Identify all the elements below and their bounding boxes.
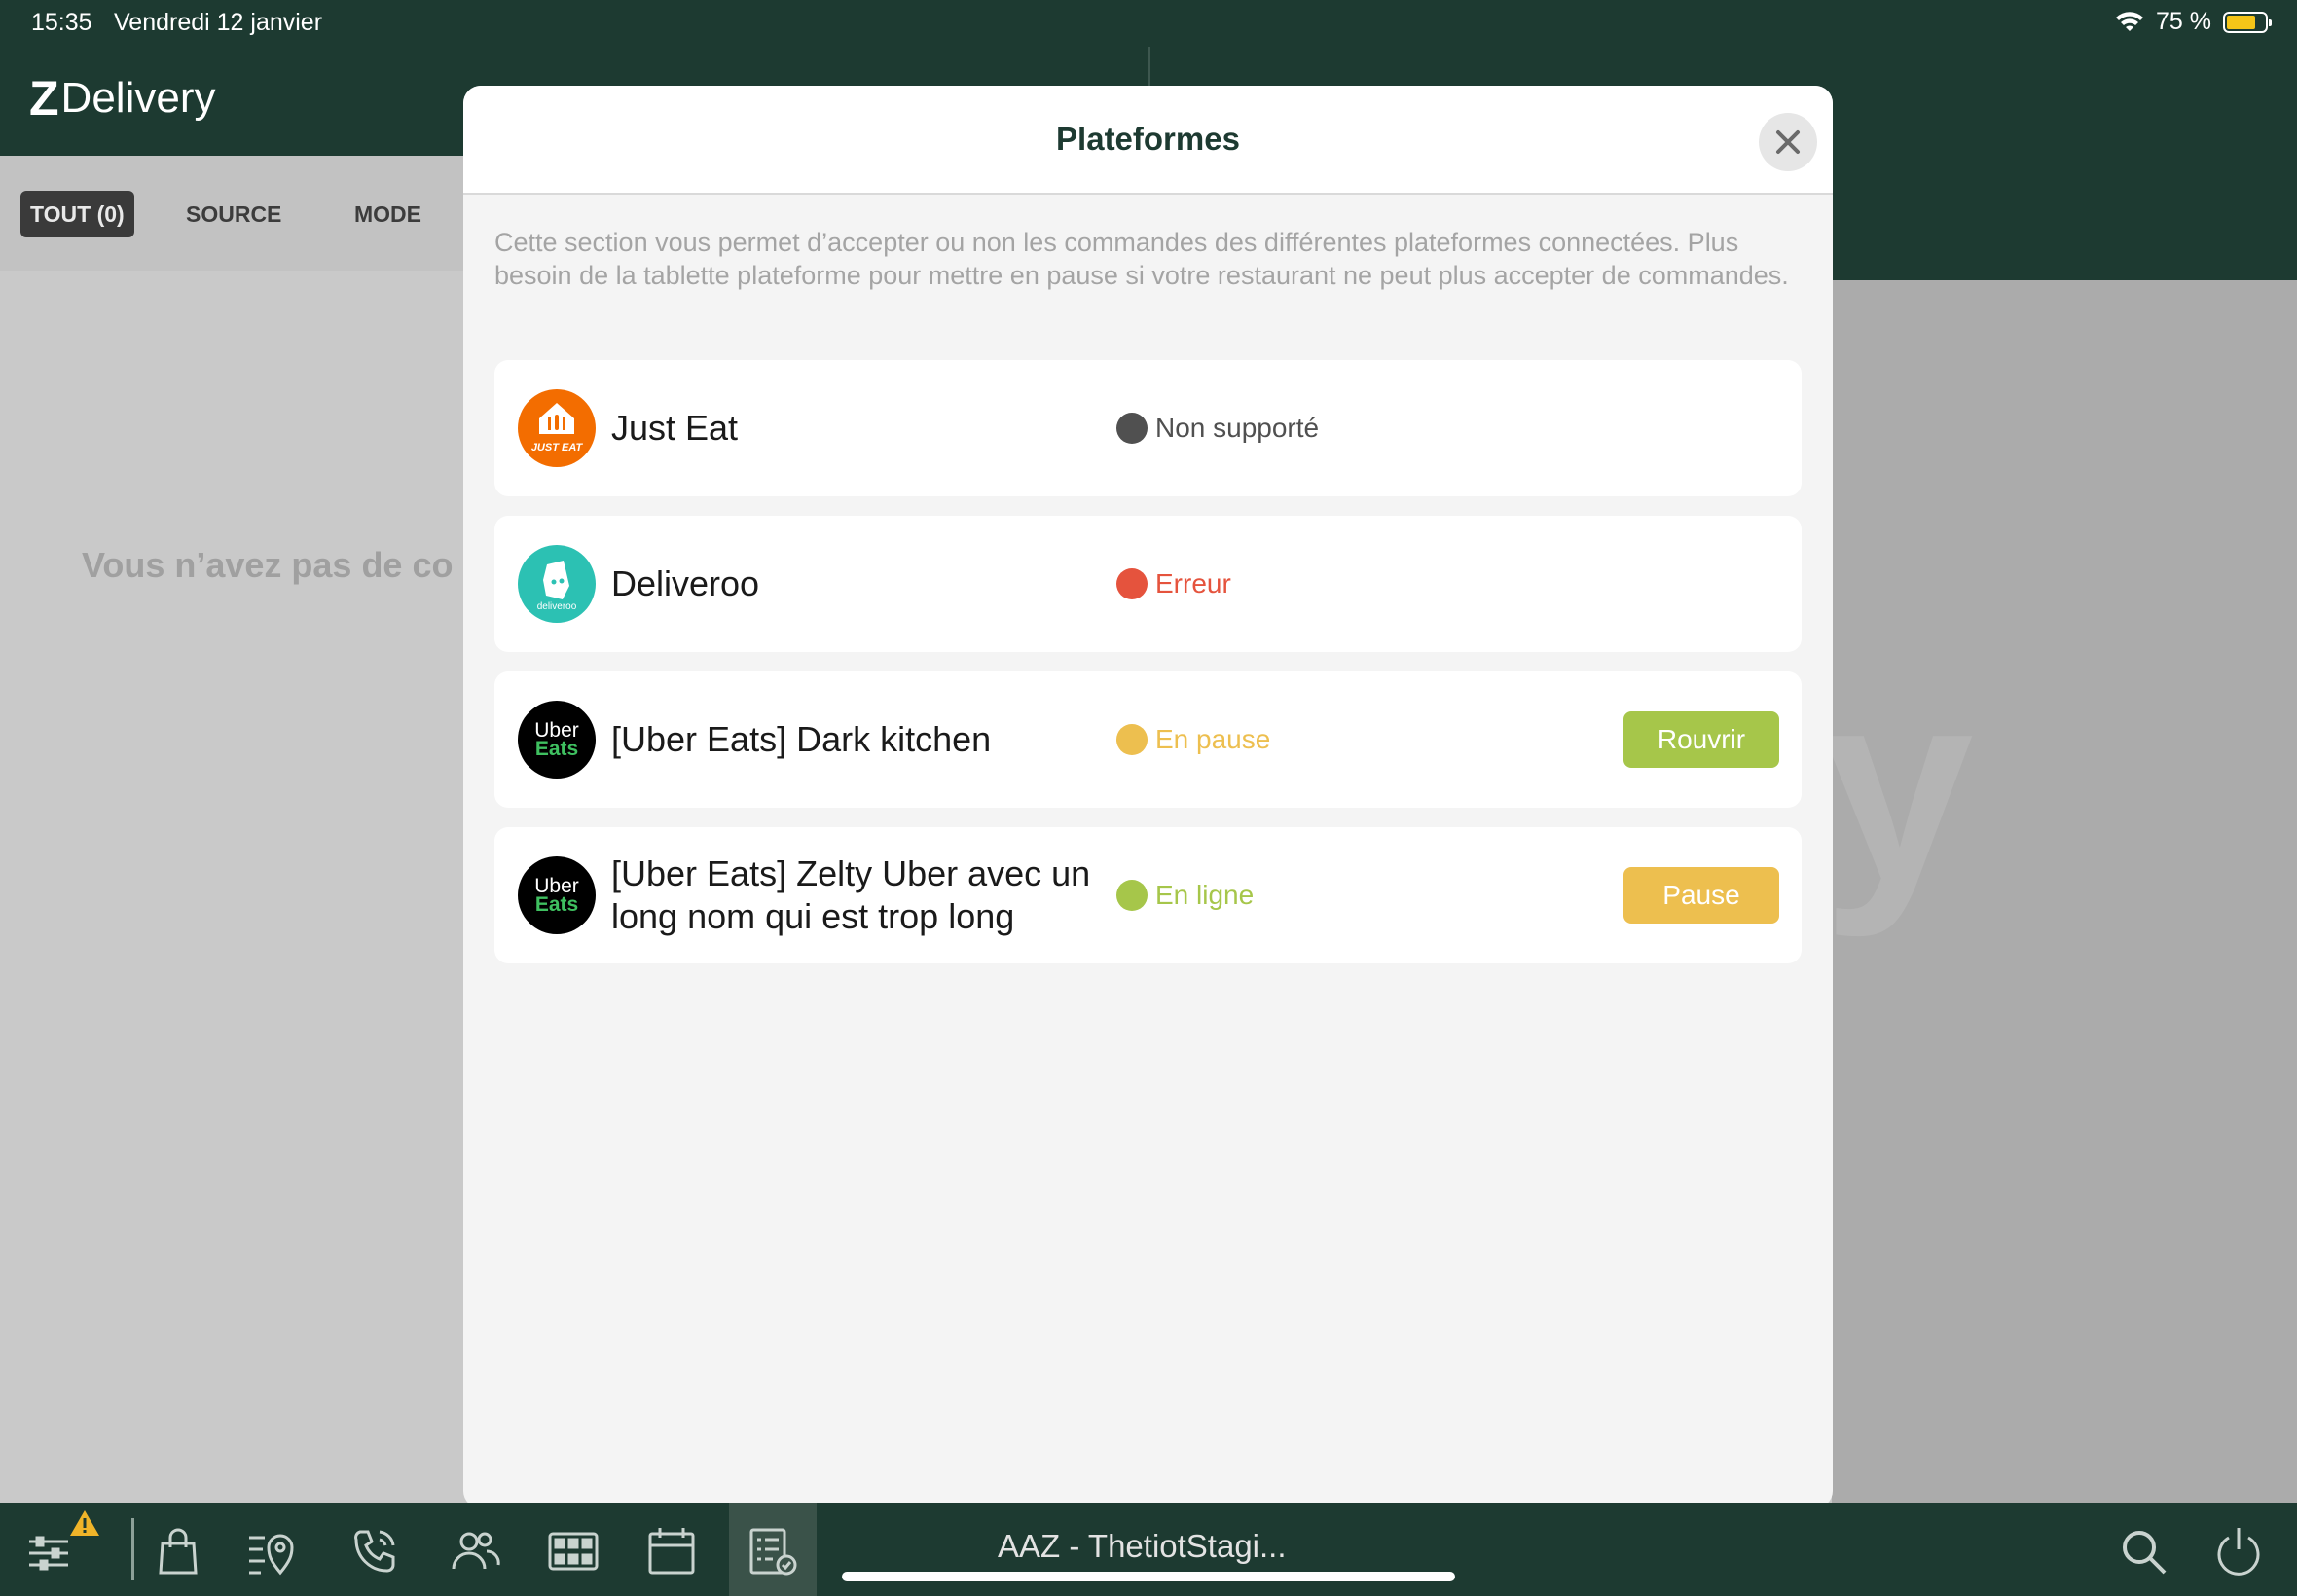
pause-button[interactable]: Pause xyxy=(1623,867,1779,924)
status-date: Vendredi 12 janvier xyxy=(114,9,323,36)
toolbar-separator xyxy=(131,1518,134,1580)
uber-eats-logo: Uber Eats xyxy=(518,856,596,934)
reopen-button[interactable]: Rouvrir xyxy=(1623,711,1779,768)
platform-name: Just Eat xyxy=(611,408,739,448)
just-eat-logo: JUST EAT xyxy=(518,389,596,467)
close-icon xyxy=(1776,130,1800,154)
status-dot xyxy=(1116,568,1148,599)
modal-header: Plateformes xyxy=(463,86,1833,195)
close-button[interactable] xyxy=(1759,113,1817,171)
platform-row-just-eat: JUST EAT Just Eat Non supporté xyxy=(494,360,1802,496)
filter-tout[interactable]: TOUT (0) xyxy=(20,191,134,237)
platform-status: En pause xyxy=(1116,671,1270,808)
filter-mode[interactable]: MODE xyxy=(345,191,431,237)
home-indicator[interactable] xyxy=(842,1572,1455,1581)
status-label: En ligne xyxy=(1155,880,1255,910)
empty-orders-message: Vous n’avez pas de co xyxy=(82,545,454,585)
modal-title: Plateformes xyxy=(1056,121,1240,157)
restaurant-name[interactable]: AAZ - ThetiotStagi... xyxy=(998,1528,1287,1565)
status-bar: 15:35 Vendredi 12 janvier 75 % xyxy=(0,0,2297,47)
uber-logo-bottom: Eats xyxy=(534,893,579,916)
warning-icon xyxy=(70,1510,99,1536)
status-label: Non supporté xyxy=(1155,413,1320,443)
platform-name: [Uber Eats] Dark kitchen xyxy=(611,719,992,759)
app-logo: Z Delivery xyxy=(29,70,215,127)
background-panel: y xyxy=(1832,280,2297,1503)
platform-status: Erreur xyxy=(1116,516,1231,652)
status-dot xyxy=(1116,413,1148,444)
platform-row-uber-eats-dark-kitchen: Uber Eats [Uber Eats] Dark kitchen En pa… xyxy=(494,671,1802,808)
logo-mark: Z xyxy=(29,71,59,126)
uber-logo-bottom: Eats xyxy=(534,738,579,760)
uber-eats-logo: Uber Eats xyxy=(518,701,596,779)
header-extension xyxy=(1832,156,2297,280)
status-dot xyxy=(1116,724,1148,755)
calendar-icon[interactable] xyxy=(644,1524,699,1578)
wifi-icon xyxy=(2116,11,2144,31)
modal-description: Cette section vous permet d’accepter ou … xyxy=(494,228,1789,290)
bottom-toolbar: AAZ - ThetiotStagi... xyxy=(0,1503,2297,1596)
platform-row-uber-eats-zelty: Uber Eats [Uber Eats] Zelty Uber avec un… xyxy=(494,827,1802,963)
phone-icon[interactable] xyxy=(348,1524,403,1578)
deliveroo-logo-text: deliveroo xyxy=(537,601,577,612)
platform-status: En ligne xyxy=(1116,827,1254,963)
battery-icon xyxy=(2223,11,2272,33)
shopping-bag-icon[interactable] xyxy=(151,1524,205,1578)
platforms-modal: Plateformes Cette section vous permet d’… xyxy=(463,86,1833,1508)
platform-name: Deliveroo xyxy=(611,563,760,603)
status-label: Erreur xyxy=(1155,568,1231,598)
orders-area: Vous n’avez pas de co xyxy=(0,271,463,1503)
status-dot xyxy=(1116,880,1148,911)
battery-percent: 75 % xyxy=(2156,8,2211,35)
list-location-icon[interactable] xyxy=(245,1524,300,1578)
platform-name: [Uber Eats] Zelty Uber avec un long nom … xyxy=(611,853,1091,936)
brand-watermark: y xyxy=(1832,635,1974,938)
checklist-icon[interactable] xyxy=(746,1524,800,1578)
logo-text: Delivery xyxy=(60,74,216,122)
status-time: 15:35 xyxy=(31,9,92,36)
users-icon[interactable] xyxy=(448,1524,502,1578)
platform-status: Non supporté xyxy=(1116,360,1319,496)
power-icon[interactable] xyxy=(2211,1524,2266,1578)
grid-icon[interactable] xyxy=(546,1524,601,1578)
status-label: En pause xyxy=(1155,724,1271,754)
deliveroo-logo: deliveroo xyxy=(518,545,596,623)
just-eat-logo-text: JUST EAT xyxy=(531,442,584,453)
filter-source[interactable]: SOURCE xyxy=(176,191,291,237)
platform-row-deliveroo: deliveroo Deliveroo Erreur xyxy=(494,516,1802,652)
search-icon[interactable] xyxy=(2116,1524,2170,1578)
